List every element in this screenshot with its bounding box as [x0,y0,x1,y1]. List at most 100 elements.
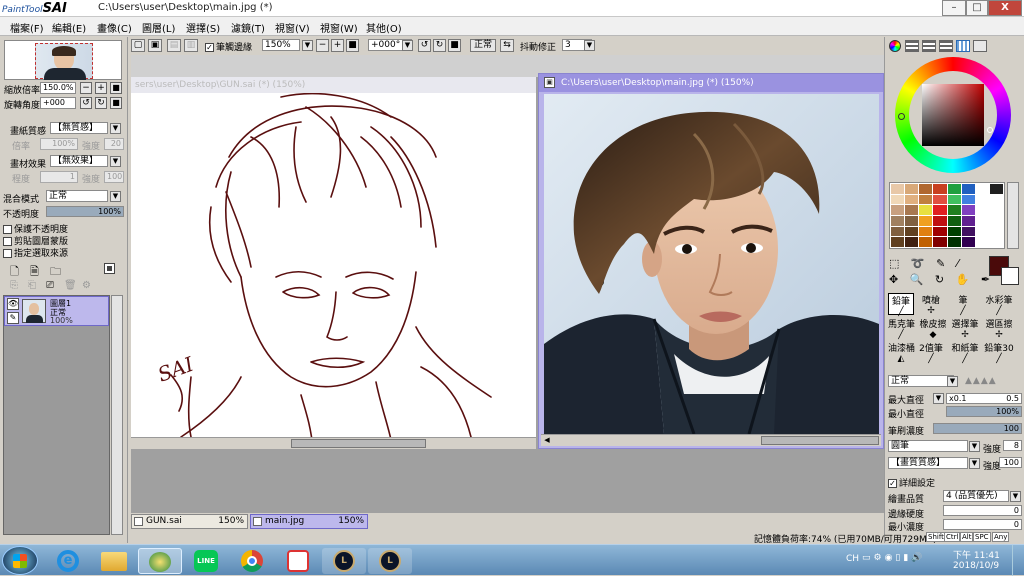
layer-item[interactable]: 👁 ✎ 圖層1 正常 100% [4,296,109,326]
rotate-reset-icon[interactable]: ■ [448,39,461,52]
line-icon[interactable]: LINE [184,548,228,574]
invert-icon[interactable]: ▤ [167,39,181,52]
color-swatch[interactable] [933,184,947,194]
color-swatch[interactable] [947,215,961,226]
scroll-left-icon[interactable]: ◀ [542,436,552,445]
effect-level-field[interactable]: 1 [40,171,78,183]
layer-scrollbar[interactable] [111,295,123,535]
minimize-button[interactable]: – [942,0,966,16]
blend-mode-select[interactable]: 正常 [46,190,108,202]
photo-document[interactable]: ▣ C:\Users\user\Desktop\main.jpg (*) (15… [538,73,884,449]
color-swatch[interactable] [933,215,947,226]
deselect-icon[interactable]: ▣ [148,39,162,52]
paper-texture-select[interactable]: 【無質感】 [50,122,108,134]
flip-icon[interactable]: ⇆ [500,39,514,52]
brush-bucket[interactable]: 油漆桶 ◭ [888,341,915,364]
shape-strength-field[interactable]: 8 [1003,440,1022,451]
photo-hscroll-thumb[interactable] [761,436,879,445]
start-button[interactable] [2,546,38,575]
hsv-slider-tab-icon[interactable] [922,40,936,52]
zoom-out-button[interactable]: − [316,39,329,52]
color-wheel-tab-icon[interactable] [889,40,901,52]
edge-hardness-slider[interactable]: 0 [943,505,1022,516]
color-swatch[interactable] [905,194,919,205]
zoom-field[interactable]: 150% [262,39,300,51]
menu-view[interactable]: 視窗(V) [275,20,310,35]
zoom-reset-button[interactable]: ■ [346,39,359,52]
color-swatch[interactable] [919,237,933,247]
color-swatch[interactable] [919,226,933,237]
brush-airbrush[interactable]: 噴槍 ✢ [918,293,944,316]
color-swatch[interactable] [891,226,905,237]
sketch-window-title[interactable]: sers\user\Desktop\GUN.sai (*) (150%) [131,77,536,93]
selection-tools[interactable]: ⬚ ➰ ✎ ⁄ [889,257,963,270]
sketch-drawing[interactable]: SAI [131,77,536,449]
color-swatch[interactable] [905,237,919,247]
layer-brush-icon[interactable]: ✎ [7,312,19,324]
brush-marker[interactable]: 馬克筆 ╱ [888,317,915,340]
sai-taskbar-icon[interactable] [138,548,182,574]
color-swatch[interactable] [975,184,989,194]
rotate-left-icon[interactable]: ↺ [418,39,431,52]
swatch-scrollbar[interactable] [1007,182,1019,249]
color-swatch[interactable] [891,237,905,247]
brush-select-pen[interactable]: 選擇筆 ✢ [950,317,980,340]
color-swatch[interactable] [919,184,933,194]
color-swatch[interactable] [891,205,905,215]
nav-angle-field[interactable]: +000 [40,97,76,109]
brush-pen[interactable]: 筆 ╱ [950,293,976,316]
color-swatch[interactable] [961,194,975,205]
brush-shape-icons[interactable]: ▲▲▲▲ [965,376,997,386]
zoom-in-button[interactable]: + [331,39,344,52]
color-swatch[interactable] [947,184,961,194]
color-swatch[interactable] [933,194,947,205]
ie-icon[interactable]: e [46,548,90,574]
show-desktop-button[interactable] [1012,545,1024,576]
tab-gun-sai[interactable]: GUN.sai 150% [131,514,248,529]
brush-texture-select[interactable]: 【畫質質感】 [888,457,968,469]
color-swatch[interactable] [933,226,947,237]
nav-zoom-reset-button[interactable]: ■ [110,82,122,94]
color-swatch[interactable] [989,215,1003,226]
color-swatch[interactable] [961,215,975,226]
blend-mode-dropdown-icon[interactable]: ▼ [110,191,121,202]
color-swatch[interactable] [961,237,975,247]
color-swatch[interactable] [975,226,989,237]
color-swatches[interactable] [889,182,1005,249]
color-swatch[interactable] [989,205,1003,215]
transfer-down-icon[interactable]: ⎘ [10,280,18,291]
brush-pencil[interactable]: 鉛筆 ╱ [888,293,914,317]
mixer-tab-icon[interactable] [939,40,953,52]
paper-texture-dropdown-icon[interactable]: ▼ [110,123,121,134]
color-swatch[interactable] [975,194,989,205]
layer-props-icon[interactable]: ⚙ [82,280,91,291]
color-swatch[interactable] [891,184,905,194]
photo-window-title[interactable]: ▣ C:\Users\user\Desktop\main.jpg (*) (15… [539,74,883,92]
league-icon[interactable]: L [322,548,366,574]
tab-main-jpg[interactable]: main.jpg 150% [250,514,368,529]
nav-zoom-in-button[interactable]: + [95,82,107,94]
color-swatch[interactable] [905,184,919,194]
rotate-right-icon[interactable]: ↻ [433,39,446,52]
color-swatch[interactable] [891,215,905,226]
brush-watercolor[interactable]: 水彩筆 ╱ [982,293,1016,316]
clock-date[interactable]: 2018/10/9 [953,561,999,571]
menu-file[interactable]: 檔案(F) [10,20,44,35]
language-indicator[interactable]: CH [846,554,859,564]
sketch-document[interactable]: SAI [131,77,536,449]
blend-mode-button[interactable]: 正常 [470,39,496,52]
color-swatch[interactable] [961,184,975,194]
menu-filter[interactable]: 濾鏡(T) [231,20,265,35]
select-all-icon[interactable]: ▢ [131,39,145,52]
min-density-slider[interactable]: 0 [943,519,1022,530]
menu-canvas[interactable]: 畫像(C) [97,20,132,35]
color-wheel[interactable] [895,57,1011,173]
maximize-button[interactable]: □ [966,0,988,16]
color-swatch[interactable] [905,205,919,215]
paper-scale-field[interactable]: 100% [40,138,78,150]
clock-time[interactable]: 下午 11:41 [953,548,1000,561]
color-swatch[interactable] [975,215,989,226]
color-swatch[interactable] [905,226,919,237]
brush-eraser[interactable]: 橡皮擦 ◆ [918,317,948,340]
sketch-hscroll[interactable] [131,437,536,449]
